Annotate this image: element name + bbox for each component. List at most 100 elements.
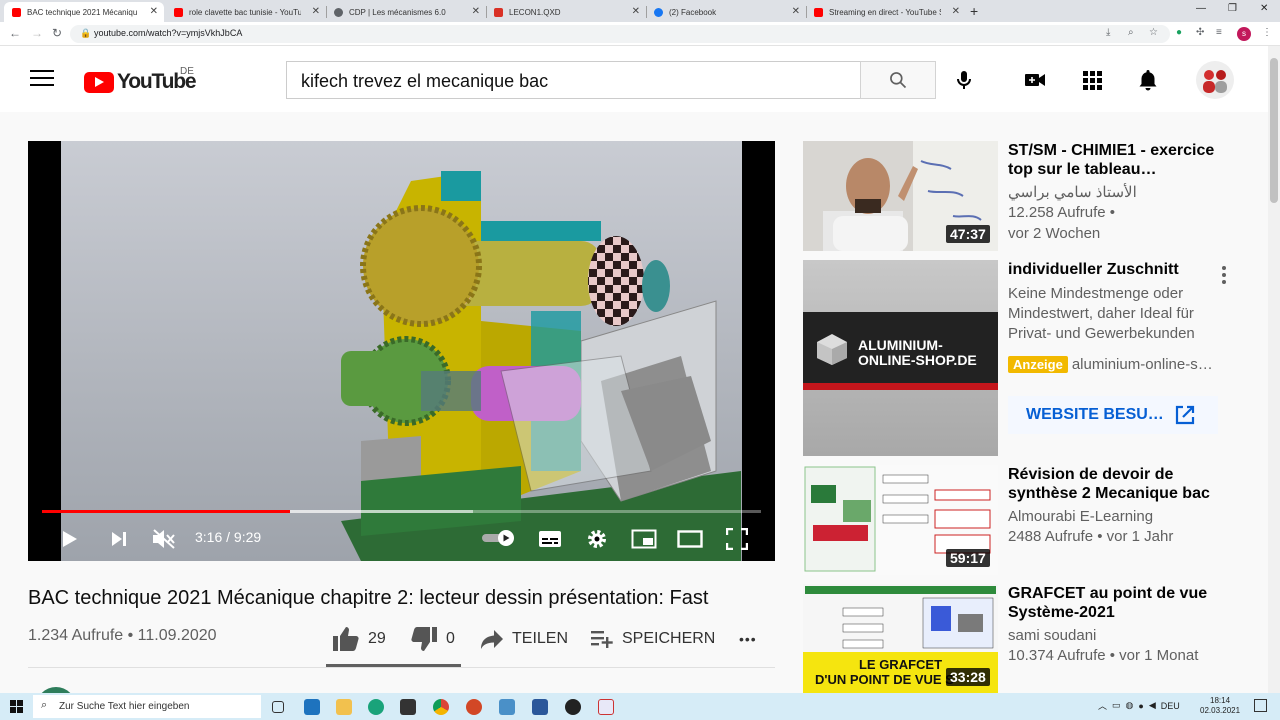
install-icon[interactable]: ⤓ xyxy=(1106,27,1110,38)
fullscreen-icon xyxy=(726,528,748,550)
speaker-icon[interactable]: ◀ xyxy=(1149,700,1156,711)
promoted-ad[interactable]: ALUMINIUM- ONLINE-SHOP.DE individueller Z… xyxy=(803,260,1233,456)
notifications-bell-icon[interactable] xyxy=(1136,68,1160,92)
search-input[interactable]: kifech trevez el mecanique bac xyxy=(286,61,861,99)
store-icon[interactable] xyxy=(400,699,416,715)
youtube-favicon-icon xyxy=(12,7,21,17)
paint-app-icon[interactable] xyxy=(598,699,614,715)
video-player[interactable]: 3:16 / 9:29 xyxy=(28,141,775,561)
browser-tab[interactable]: Streaming en direct - YouTube St ✕ xyxy=(806,2,966,22)
chrome-menu-icon[interactable]: ⋮ xyxy=(1262,27,1272,38)
browser-tab-active[interactable]: BAC technique 2021 Mécaniqu ✕ xyxy=(4,2,164,22)
theater-mode-button[interactable] xyxy=(675,524,705,554)
reload-icon[interactable]: ↻ xyxy=(52,26,62,40)
browser-tab[interactable]: (2) Facebook ✕ xyxy=(646,2,806,22)
keyboard-language[interactable]: DEU xyxy=(1161,701,1180,711)
address-bar[interactable]: 🔒 youtube.com/watch?v=ymjsVkhJbCA xyxy=(70,25,1170,43)
back-arrow-icon[interactable]: ← xyxy=(9,26,21,40)
edge-browser-icon[interactable] xyxy=(368,699,384,715)
battery-icon[interactable]: ▭ xyxy=(1112,700,1121,711)
suggested-video[interactable]: 59:17 Révision de devoir de synthèse 2 M… xyxy=(803,465,1233,575)
windows-start-icon[interactable] xyxy=(10,700,23,713)
page-scrollbar[interactable] xyxy=(1268,46,1280,693)
close-tab-icon[interactable]: ✕ xyxy=(792,6,800,17)
suggested-video-title[interactable]: ST/SM - CHIMIE1 - exercice top sur le ta… xyxy=(1008,141,1228,179)
zoom-icon[interactable]: ⌕ xyxy=(1128,27,1134,38)
close-tab-icon[interactable]: ✕ xyxy=(632,6,640,17)
search-button[interactable] xyxy=(860,61,936,99)
microphone-icon[interactable] xyxy=(952,68,976,92)
obs-studio-icon[interactable] xyxy=(565,699,581,715)
youtube-play-icon xyxy=(84,71,114,93)
user-avatar[interactable] xyxy=(1196,61,1234,99)
suggested-video[interactable]: LE GRAFCET D'UN POINT DE VUE S 33:28 GRA… xyxy=(803,584,1233,693)
bookmark-star-icon[interactable]: ☆ xyxy=(1149,27,1158,38)
minimize-button[interactable]: — xyxy=(1196,3,1206,14)
close-tab-icon[interactable]: ✕ xyxy=(952,6,960,17)
notifications-icon[interactable] xyxy=(1254,699,1267,712)
suggested-video-title[interactable]: Révision de devoir de synthèse 2 Mecaniq… xyxy=(1008,465,1228,503)
like-button[interactable]: 29 xyxy=(332,626,386,652)
suggested-video-title[interactable]: GRAFCET au point de vue Système-2021 xyxy=(1008,584,1228,622)
share-button[interactable]: TEILEN xyxy=(480,626,568,652)
more-vert-icon[interactable] xyxy=(1221,265,1227,285)
task-view-icon[interactable] xyxy=(272,701,284,713)
chrome-icon[interactable] xyxy=(433,699,449,715)
youtube-logo[interactable]: YouTube DE xyxy=(84,66,197,94)
fullscreen-button[interactable] xyxy=(722,524,752,554)
browser-tab[interactable]: LECON1.QXD ✕ xyxy=(486,2,646,22)
maximize-button[interactable]: ❐ xyxy=(1228,3,1237,14)
share-arrow-icon xyxy=(481,630,503,649)
mute-button[interactable] xyxy=(149,524,179,554)
video-duration: 47:37 xyxy=(946,225,990,243)
tray-chevron-icon[interactable]: ︿ xyxy=(1098,699,1107,712)
close-tab-icon[interactable]: ✕ xyxy=(150,6,158,17)
visit-website-button[interactable]: WEBSITE BESU… xyxy=(1008,396,1218,434)
word-icon[interactable] xyxy=(532,699,548,715)
network-icon[interactable]: ◍ xyxy=(1126,700,1134,711)
browser-tab[interactable]: CDP | Les mécanismes 6.0 ✕ xyxy=(326,2,486,22)
dislike-button[interactable]: 0 xyxy=(410,626,455,652)
photos-app-icon[interactable] xyxy=(499,699,515,715)
taskbar-clock[interactable]: 18:14 02.03.2021 xyxy=(1200,696,1240,716)
close-tab-icon[interactable]: ✕ xyxy=(312,6,320,17)
file-explorer-icon[interactable] xyxy=(336,699,352,715)
menu-icon[interactable] xyxy=(30,70,54,88)
media-playlist-icon[interactable]: ≡ xyxy=(1216,27,1222,38)
microphone-tray-icon[interactable]: ● xyxy=(1138,701,1143,711)
new-tab-button[interactable]: + xyxy=(970,3,978,19)
lock-icon[interactable]: 🔒 xyxy=(80,28,91,39)
channel-name[interactable]: sami soudani xyxy=(1008,626,1228,646)
url-text[interactable]: youtube.com/watch?v=ymjsVkhJbCA xyxy=(94,28,242,38)
ad-thumbnail[interactable]: ALUMINIUM- ONLINE-SHOP.DE xyxy=(803,260,998,456)
channel-name[interactable]: الأستاذ سامي براسي xyxy=(1008,183,1228,203)
mail-app-icon[interactable] xyxy=(304,699,320,715)
subtitles-button[interactable] xyxy=(535,524,565,554)
suggested-video[interactable]: 47:37 ST/SM - CHIMIE1 - exercice top sur… xyxy=(803,141,1233,251)
powerpoint-icon[interactable] xyxy=(466,699,482,715)
play-button[interactable] xyxy=(54,524,84,554)
more-actions-button[interactable]: ••• xyxy=(739,626,757,652)
extension-icon[interactable]: ● xyxy=(1176,27,1182,38)
channel-name[interactable]: Almourabi E-Learning xyxy=(1008,507,1228,527)
browser-tab[interactable]: role clavette bac tunisie - YouTub ✕ xyxy=(166,2,326,22)
browser-profile-avatar[interactable]: s xyxy=(1237,27,1251,41)
miniplayer-button[interactable] xyxy=(629,524,659,554)
forward-arrow-icon[interactable]: → xyxy=(31,26,43,40)
settings-button[interactable] xyxy=(582,524,612,554)
close-tab-icon[interactable]: ✕ xyxy=(472,6,480,17)
puzzle-extensions-icon[interactable]: ✣ xyxy=(1196,27,1204,38)
create-video-icon[interactable] xyxy=(1023,68,1047,92)
next-button[interactable] xyxy=(104,524,134,554)
youtube-page: YouTube DE kifech trevez el mecanique ba… xyxy=(0,46,1268,693)
tab-title: CDP | Les mécanismes 6.0 xyxy=(349,7,446,17)
ad-title[interactable]: individueller Zuschnitt xyxy=(1008,260,1228,279)
save-button[interactable]: SPEICHERN xyxy=(590,626,715,652)
close-window-button[interactable]: ✕ xyxy=(1260,3,1268,14)
autoplay-toggle[interactable] xyxy=(482,530,518,546)
video-progress-bar[interactable] xyxy=(42,510,761,513)
section-divider xyxy=(28,667,775,668)
apps-grid-icon[interactable] xyxy=(1080,68,1104,92)
scrollbar-thumb[interactable] xyxy=(1270,58,1278,203)
taskbar-search-input[interactable]: ⌕ Zur Suche Text hier eingeben xyxy=(33,695,261,718)
